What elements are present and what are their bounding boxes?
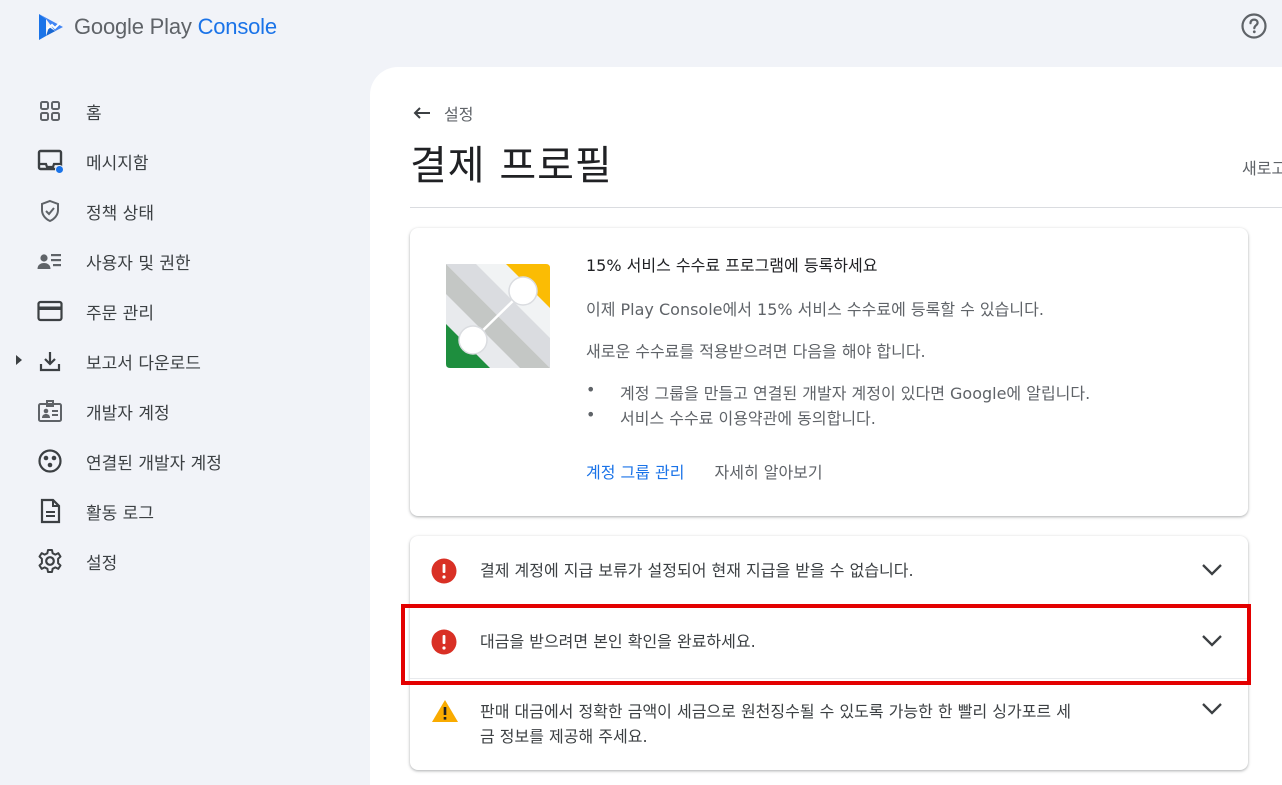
- sidebar-item-label: 메시지함: [86, 153, 149, 174]
- play-console-logo-icon: [39, 14, 63, 40]
- sidebar-item-label: 사용자 및 권한: [86, 253, 191, 274]
- sidebar-item-label: 활동 로그: [86, 503, 154, 524]
- chevron-down-icon[interactable]: [1200, 701, 1224, 717]
- alert-row-payout-hold[interactable]: 결제 계정에 지급 보류가 설정되어 현재 지급을 받을 수 없습니다.: [410, 536, 1248, 606]
- sidebar-item-linked-developer-accounts[interactable]: 연결된 개발자 계정: [0, 436, 370, 486]
- chevron-down-icon[interactable]: [1200, 633, 1224, 649]
- sidebar-item-policy-status[interactable]: 정책 상태: [0, 186, 370, 236]
- promo-title: 15% 서비스 수수료 프로그램에 등록하세요: [586, 256, 878, 275]
- sidebar-item-activity-log[interactable]: 활동 로그: [0, 486, 370, 536]
- sidebar-item-label: 연결된 개발자 계정: [86, 453, 222, 474]
- breadcrumb[interactable]: 설정: [412, 101, 473, 125]
- service-fee-illustration: [446, 264, 550, 368]
- play-console-logo[interactable]: Google Play Console: [36, 12, 277, 42]
- manage-account-group-link[interactable]: 계정 그룹 관리: [586, 459, 685, 483]
- inbox-icon: [36, 147, 64, 175]
- shield-check-icon: [36, 197, 64, 225]
- logo-console: Console: [197, 14, 278, 39]
- main-content: 설정 결제 프로필 새로고 15% 서비스 수수료 프로그램에 등록하세요 이제…: [370, 67, 1282, 785]
- alert-row-singapore-tax[interactable]: 판매 대금에서 정확한 금액이 세금으로 원천징수될 수 있도록 가능한 한 빨…: [410, 679, 1248, 770]
- promo-steps-list: 계정 그룹을 만들고 연결된 개발자 계정이 있다면 Google에 알립니다.…: [586, 380, 1090, 430]
- error-icon: [431, 629, 457, 655]
- alert-text: 결제 계정에 지급 보류가 설정되어 현재 지급을 받을 수 없습니다.: [480, 561, 914, 580]
- sidebar-item-order-management[interactable]: 주문 관리: [0, 286, 370, 336]
- sidebar-nav: 홈 메시지함 정책 상태 사용자 및 권한 주문 관리 보고서 다운로드 개발자…: [0, 86, 370, 586]
- promo-actions: 계정 그룹 관리 자세히 알아보기: [586, 459, 823, 483]
- sidebar-item-users-permissions[interactable]: 사용자 및 권한: [0, 236, 370, 286]
- learn-more-link[interactable]: 자세히 알아보기: [715, 459, 823, 483]
- error-icon: [431, 558, 457, 584]
- promo-description: 이제 Play Console에서 15% 서비스 수수료에 등록할 수 있습니…: [586, 300, 1044, 319]
- refresh-button[interactable]: 새로고: [1242, 155, 1282, 179]
- id-badge-icon: [36, 397, 64, 425]
- grid-icon: [36, 97, 64, 125]
- document-icon: [36, 497, 64, 525]
- users-list-icon: [36, 247, 64, 275]
- breadcrumb-label[interactable]: 설정: [444, 101, 473, 125]
- gear-icon: [36, 547, 64, 575]
- alert-text-line-1: 판매 대금에서 정확한 금액이 세금으로 원천징수될 수 있도록 가능한 한 빨…: [480, 702, 1071, 721]
- sidebar-item-label: 정책 상태: [86, 203, 154, 224]
- download-icon: [36, 347, 64, 375]
- back-arrow-icon[interactable]: [412, 105, 432, 121]
- logo-text: Google Play Console: [74, 14, 277, 40]
- sidebar-item-label: 보고서 다운로드: [86, 353, 201, 374]
- sidebar-item-download-reports[interactable]: 보고서 다운로드: [0, 336, 370, 386]
- list-item: 계정 그룹을 만들고 연결된 개발자 계정이 있다면 Google에 알립니다.: [586, 380, 1090, 405]
- credit-card-icon: [36, 297, 64, 325]
- unread-badge: [55, 165, 64, 174]
- linked-circles-icon: [36, 447, 64, 475]
- sidebar-item-label: 설정: [86, 553, 118, 574]
- chevron-down-icon[interactable]: [1200, 562, 1224, 578]
- help-icon[interactable]: [1240, 12, 1268, 40]
- sidebar-item-developer-account[interactable]: 개발자 계정: [0, 386, 370, 436]
- service-fee-promo-card: 15% 서비스 수수료 프로그램에 등록하세요 이제 Play Console에…: [410, 228, 1248, 516]
- sidebar-item-label: 개발자 계정: [86, 403, 170, 424]
- top-bar: Google Play Console: [0, 0, 1282, 60]
- promo-instructions: 새로운 수수료를 적용받으려면 다음을 해야 합니다.: [586, 342, 926, 361]
- header-divider: [410, 207, 1282, 208]
- alert-text-line-2: 금 정보를 제공해 주세요.: [480, 727, 648, 746]
- alert-text: 대금을 받으려면 본인 확인을 완료하세요.: [480, 632, 756, 651]
- alerts-panel: 결제 계정에 지급 보류가 설정되어 현재 지급을 받을 수 없습니다. 대금을…: [410, 536, 1248, 770]
- logo-google-play: Google Play: [74, 14, 198, 39]
- sidebar-item-label: 주문 관리: [86, 303, 154, 324]
- expand-arrow-icon[interactable]: [14, 353, 24, 367]
- sidebar-item-home[interactable]: 홈: [0, 86, 370, 136]
- alert-row-identity-verification[interactable]: 대금을 받으려면 본인 확인을 완료하세요.: [410, 607, 1248, 678]
- sidebar-item-settings[interactable]: 설정: [0, 536, 370, 586]
- page-title: 결제 프로필: [410, 143, 613, 189]
- warning-icon: [432, 700, 458, 722]
- alert-text: 판매 대금에서 정확한 금액이 세금으로 원천징수될 수 있도록 가능한 한 빨…: [480, 699, 1071, 749]
- sidebar-item-label: 홈: [86, 103, 102, 124]
- list-item: 서비스 수수료 이용약관에 동의합니다.: [586, 405, 1090, 430]
- sidebar-item-inbox[interactable]: 메시지함: [0, 136, 370, 186]
